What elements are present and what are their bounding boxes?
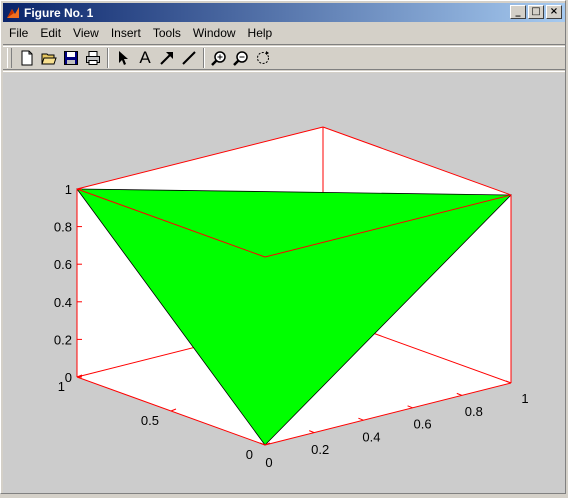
close-button[interactable]: × (546, 5, 562, 19)
menu-help[interactable]: Help (242, 26, 279, 40)
toolbar-separator (203, 48, 205, 68)
window-title: Figure No. 1 (24, 5, 94, 20)
z-tick-label: 0 (65, 370, 72, 385)
zoom-out-icon[interactable] (230, 47, 252, 69)
axes-3d[interactable]: 0 0.2 0.4 0.6 0.8 1 0 0.2 0.4 0.6 0.8 1 0 0.5 1 (3, 73, 565, 493)
x-tick-label: 0.4 (362, 429, 380, 444)
toolbar-grip[interactable] (7, 48, 12, 68)
minimize-button[interactable]: _ (510, 5, 526, 19)
select-arrow-icon[interactable] (112, 47, 134, 69)
z-tick-label: 0.8 (54, 220, 72, 235)
menu-tools[interactable]: Tools (147, 26, 187, 40)
print-icon[interactable] (82, 47, 104, 69)
title-bar[interactable]: Figure No. 1 _ □ × (3, 3, 565, 22)
z-tick-label: 0.6 (54, 257, 72, 272)
z-tick-label: 1 (65, 182, 72, 197)
x-tick-label: 0.8 (465, 404, 483, 419)
save-icon[interactable] (60, 47, 82, 69)
z-tick-label: 0.2 (54, 332, 72, 347)
x-tick-label: 0.6 (414, 417, 432, 432)
text-icon[interactable]: A (134, 47, 156, 69)
open-folder-icon[interactable] (38, 47, 60, 69)
menu-window[interactable]: Window (187, 26, 242, 40)
x-tick-label: 1 (521, 391, 528, 406)
zoom-in-icon[interactable] (208, 47, 230, 69)
menu-bar: File Edit View Insert Tools Window Help (3, 23, 565, 42)
figure-window: Figure No. 1 _ □ × File Edit View Insert… (0, 0, 566, 494)
menu-view[interactable]: View (67, 26, 105, 40)
figure-canvas: 0 0.2 0.4 0.6 0.8 1 0 0.2 0.4 0.6 0.8 1 0 0.5 1 (3, 73, 565, 493)
y-tick-label: 0.5 (141, 413, 159, 428)
x-tick-label: 0.2 (311, 442, 329, 457)
z-tick-label: 0.4 (54, 295, 72, 310)
menu-edit[interactable]: Edit (34, 26, 67, 40)
text-tool-label: A (139, 48, 151, 67)
new-file-icon[interactable] (16, 47, 38, 69)
menu-file[interactable]: File (3, 26, 34, 40)
toolbar: A (3, 44, 565, 72)
y-tick-label: 0 (246, 447, 253, 462)
matlab-logo-icon (7, 6, 19, 18)
x-tick-label: 0 (265, 455, 272, 470)
arrow-tool-icon[interactable] (156, 47, 178, 69)
maximize-button[interactable]: □ (528, 5, 544, 19)
line-tool-icon[interactable] (178, 47, 200, 69)
toolbar-separator (107, 48, 109, 68)
rotate-3d-icon[interactable] (252, 47, 274, 69)
y-tick-label: 1 (58, 379, 65, 394)
menu-insert[interactable]: Insert (105, 26, 147, 40)
